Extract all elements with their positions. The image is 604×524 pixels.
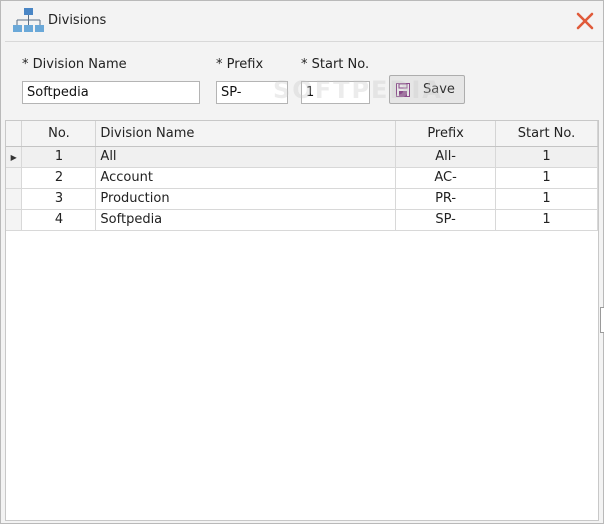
table-row[interactable]: ▶ 1 All All- 1 (6, 146, 598, 168)
start-no-label: * Start No. (301, 57, 370, 72)
table-row[interactable]: 2 Account AC- 1 (6, 167, 598, 189)
row-indicator[interactable] (6, 209, 23, 231)
column-header-no[interactable]: No. (21, 121, 97, 147)
row-indicator[interactable]: ▶ (6, 146, 23, 168)
cell-prefix[interactable]: AC- (395, 167, 497, 189)
window-title: Divisions (48, 13, 107, 28)
close-icon[interactable] (573, 9, 597, 33)
division-name-input[interactable] (22, 81, 200, 104)
prefix-label: * Prefix (216, 57, 264, 72)
header-row: No. Division Name Prefix Start No. (6, 121, 598, 147)
title-bar: Divisions (1, 1, 603, 41)
start-no-input[interactable] (301, 81, 370, 104)
divisions-window: Divisions * Division Name * Prefix * Sta… (0, 0, 604, 524)
org-chart-icon (13, 8, 44, 32)
column-header-start-no[interactable]: Start No. (495, 121, 598, 147)
divisions-table: No. Division Name Prefix Start No. ▶ 1 A… (6, 121, 598, 231)
division-name-label: * Division Name (22, 57, 127, 72)
cell-no[interactable]: 3 (21, 188, 97, 210)
cell-prefix[interactable]: PR- (395, 188, 497, 210)
cell-division-name[interactable]: Production (95, 188, 397, 210)
cell-division-name[interactable]: All (95, 146, 397, 168)
side-splitter-handle[interactable] (600, 307, 604, 333)
division-form: * Division Name * Prefix * Start No. Sav… (5, 41, 603, 119)
cell-start-no[interactable]: 1 (495, 188, 598, 210)
column-header-division-name[interactable]: Division Name (95, 121, 397, 147)
cell-start-no[interactable]: 1 (495, 146, 598, 168)
divisions-grid: No. Division Name Prefix Start No. ▶ 1 A… (5, 120, 599, 521)
save-button-label: Save (423, 82, 455, 97)
cell-no[interactable]: 1 (21, 146, 97, 168)
row-indicator[interactable] (6, 188, 23, 210)
table-row[interactable]: 4 Softpedia SP- 1 (6, 209, 598, 231)
prefix-input[interactable] (216, 81, 288, 104)
cell-prefix[interactable]: SP- (395, 209, 497, 231)
row-indicator-header (6, 121, 23, 147)
save-button[interactable]: Save (389, 75, 465, 104)
cell-division-name[interactable]: Account (95, 167, 397, 189)
column-header-prefix[interactable]: Prefix (395, 121, 497, 147)
cell-prefix[interactable]: All- (395, 146, 497, 168)
floppy-disk-icon (396, 82, 410, 97)
cell-no[interactable]: 4 (21, 209, 97, 231)
row-indicator[interactable] (6, 167, 23, 189)
table-row[interactable]: 3 Production PR- 1 (6, 188, 598, 210)
cell-division-name[interactable]: Softpedia (95, 209, 397, 231)
cell-start-no[interactable]: 1 (495, 167, 598, 189)
cell-start-no[interactable]: 1 (495, 209, 598, 231)
cell-no[interactable]: 2 (21, 167, 97, 189)
row-pointer-icon: ▶ (10, 153, 17, 162)
